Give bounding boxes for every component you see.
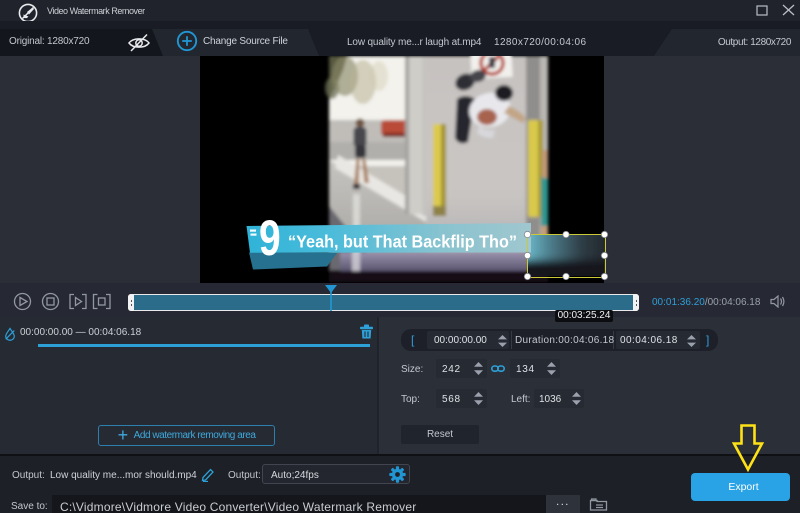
svg-text:“Yeah, but That Backflip Tho”: “Yeah, but That Backflip Tho” xyxy=(288,232,517,252)
svg-text:9: 9 xyxy=(259,209,281,266)
